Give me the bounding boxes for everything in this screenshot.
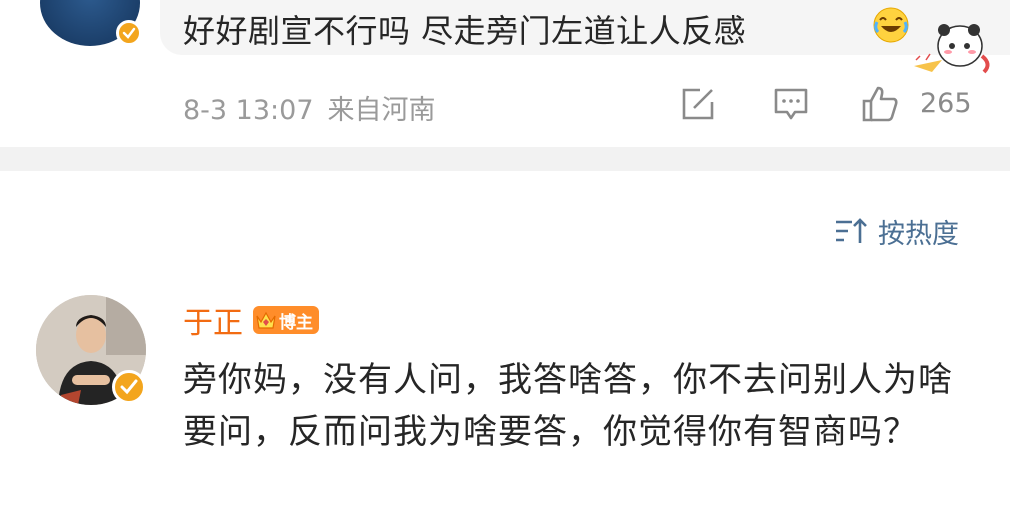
sort-toggle[interactable]: 按热度 bbox=[834, 214, 959, 250]
author-row: 于正 博主 bbox=[183, 298, 319, 342]
author-name[interactable]: 于正 bbox=[183, 298, 243, 342]
blogger-badge-label: 博主 bbox=[279, 312, 313, 333]
comment-icon[interactable] bbox=[773, 86, 809, 122]
crown-icon bbox=[256, 311, 276, 329]
verified-badge-icon bbox=[112, 370, 146, 404]
blogger-badge: 博主 bbox=[253, 306, 319, 334]
comment-meta: 8-3 13:07 来自河南 bbox=[183, 88, 436, 127]
like-icon[interactable] bbox=[860, 84, 900, 124]
panda-sticker-icon bbox=[914, 24, 990, 74]
comment-text: 好好剧宣不行吗 尽走旁门左道让人反感 bbox=[183, 12, 747, 50]
verified-badge-icon bbox=[116, 20, 142, 46]
comment-date: 8-3 13:07 bbox=[183, 95, 314, 126]
previous-comment: 好好剧宣不行吗 尽走旁门左道让人反感 8-3 13:07 来自河南 265 bbox=[0, 0, 1010, 147]
share-icon[interactable] bbox=[680, 86, 716, 122]
like-count: 265 bbox=[920, 88, 972, 119]
sort-label: 按热度 bbox=[878, 218, 959, 250]
comment-location: 来自河南 bbox=[327, 95, 436, 126]
section-divider bbox=[0, 147, 1010, 171]
sort-icon bbox=[836, 218, 867, 243]
laughing-emoji-icon bbox=[873, 7, 909, 43]
author-comment-text: 旁你妈，没有人问，我答啥答，你不去问别人为啥要问，反而问我为啥要答，你觉得你有智… bbox=[183, 360, 953, 452]
